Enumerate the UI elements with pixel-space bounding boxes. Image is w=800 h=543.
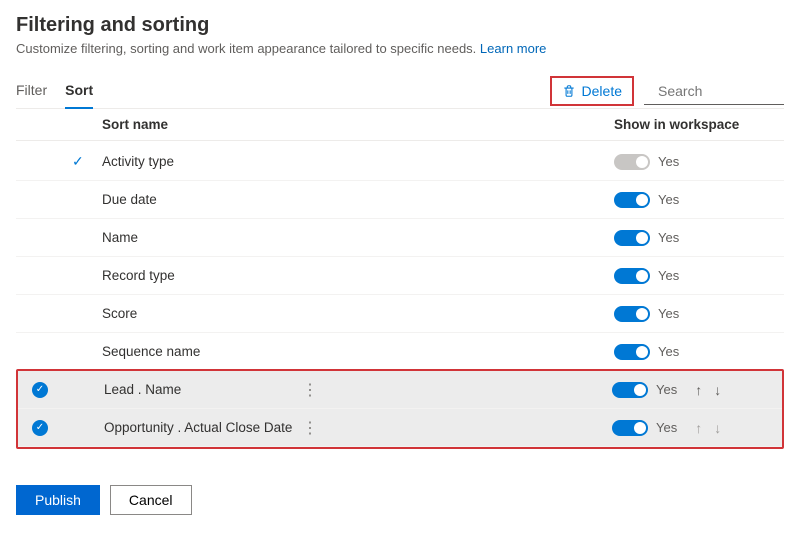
- tabs: Filter Sort: [16, 74, 93, 108]
- show-toggle[interactable]: [614, 192, 650, 208]
- selection-highlight: Lead . Name⋮Yes↑↓Opportunity . Actual Cl…: [16, 369, 784, 449]
- show-toggle[interactable]: [614, 268, 650, 284]
- show-toggle-label: Yes: [658, 154, 679, 169]
- column-headers: Sort name Show in workspace: [16, 109, 784, 141]
- row-more-icon[interactable]: ⋮: [288, 418, 332, 438]
- show-toggle[interactable]: [614, 230, 650, 246]
- page-subtitle: Customize filtering, sorting and work it…: [16, 41, 784, 56]
- default-check-icon: ✓: [72, 153, 84, 169]
- row-name: Lead . Name: [104, 382, 181, 397]
- show-toggle: [614, 154, 650, 170]
- show-toggle[interactable]: [612, 382, 648, 398]
- table-row[interactable]: Name Yes: [16, 219, 784, 257]
- tab-filter[interactable]: Filter: [16, 74, 47, 108]
- move-down-icon[interactable]: ↓: [714, 382, 721, 398]
- col-show-workspace: Show in workspace: [614, 117, 784, 132]
- show-toggle-label: Yes: [658, 344, 679, 359]
- table-row[interactable]: Score Yes: [16, 295, 784, 333]
- cancel-button[interactable]: Cancel: [110, 485, 192, 515]
- show-toggle[interactable]: [614, 344, 650, 360]
- row-more-icon[interactable]: ⋮: [288, 380, 332, 400]
- move-up-icon[interactable]: ↑: [695, 420, 702, 436]
- delete-label: Delete: [582, 83, 622, 99]
- show-toggle-label: Yes: [658, 306, 679, 321]
- move-down-icon[interactable]: ↓: [714, 420, 721, 436]
- show-toggle-label: Yes: [658, 230, 679, 245]
- footer-buttons: Publish Cancel: [16, 485, 784, 515]
- show-toggle-label: Yes: [656, 382, 677, 397]
- row-name: Sequence name: [102, 344, 200, 359]
- row-name: Record type: [102, 268, 175, 283]
- row-checkbox-checked[interactable]: [32, 420, 48, 436]
- table-row[interactable]: ✓ Activity type Yes: [16, 143, 784, 181]
- sort-rows: ✓Activity typeYesDue dateYesNameYesRecor…: [16, 143, 784, 449]
- publish-button[interactable]: Publish: [16, 485, 100, 515]
- search-input[interactable]: [656, 82, 800, 100]
- tab-sort[interactable]: Sort: [65, 74, 93, 108]
- show-toggle-label: Yes: [658, 268, 679, 283]
- page-title: Filtering and sorting: [16, 14, 784, 37]
- col-sort-name: Sort name: [96, 117, 614, 132]
- learn-more-link[interactable]: Learn more: [480, 41, 546, 56]
- show-toggle-label: Yes: [658, 192, 679, 207]
- trash-icon: [562, 84, 576, 98]
- page-subtitle-text: Customize filtering, sorting and work it…: [16, 41, 476, 56]
- show-toggle[interactable]: [612, 420, 648, 436]
- show-toggle[interactable]: [614, 306, 650, 322]
- search-box[interactable]: [644, 78, 784, 105]
- tabs-toolbar: Filter Sort Delete: [16, 74, 784, 109]
- table-row[interactable]: Sequence name Yes: [16, 333, 784, 371]
- row-name: Activity type: [102, 154, 174, 169]
- row-checkbox-checked[interactable]: [32, 382, 48, 398]
- row-name: Score: [102, 306, 137, 321]
- table-row[interactable]: Opportunity . Actual Close Date⋮ Yes ↑ ↓: [18, 409, 782, 447]
- row-name: Name: [102, 230, 138, 245]
- delete-highlight: Delete: [550, 76, 634, 106]
- table-row[interactable]: Due date Yes: [16, 181, 784, 219]
- move-up-icon[interactable]: ↑: [695, 382, 702, 398]
- show-toggle-label: Yes: [656, 420, 677, 435]
- row-name: Opportunity . Actual Close Date: [104, 420, 292, 435]
- table-row[interactable]: Record type Yes: [16, 257, 784, 295]
- delete-button[interactable]: Delete: [552, 78, 632, 104]
- table-row[interactable]: Lead . Name ⋮ Yes ↑ ↓: [18, 371, 782, 409]
- row-name: Due date: [102, 192, 157, 207]
